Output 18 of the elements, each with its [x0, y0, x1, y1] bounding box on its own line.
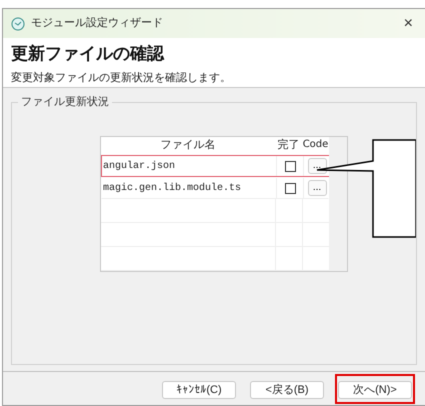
app-icon	[11, 16, 25, 30]
column-header[interactable]: Code	[302, 137, 329, 155]
dialog-button[interactable]: 次へ(N)>	[338, 380, 412, 398]
file-name-cell-text: angular.json	[102, 160, 176, 174]
column-header[interactable]: ファイル名	[101, 137, 275, 155]
column-header[interactable]: 完了	[275, 137, 302, 155]
code-button[interactable]: ...	[308, 158, 326, 174]
table-row[interactable]: magic.gen.lib.module.ts ...	[101, 177, 329, 199]
page-title: 更新ファイルの確認	[11, 43, 166, 65]
code-button[interactable]: ...	[308, 180, 326, 196]
file-name-cell-text: magic.gen.lib.module.ts	[102, 182, 242, 196]
window-title: モジュール設定ウィザード	[31, 16, 163, 32]
dialog-button[interactable]: <戻る(B)	[250, 380, 324, 398]
dialog-button[interactable]: ｷｬﾝｾﾙ(C)	[162, 380, 236, 398]
checkbox[interactable]	[284, 160, 296, 172]
checkbox[interactable]	[284, 182, 296, 194]
close-button[interactable]: ×	[400, 16, 417, 32]
page-subtitle: 変更対象ファイルの更新状況を確認します。	[11, 70, 232, 86]
